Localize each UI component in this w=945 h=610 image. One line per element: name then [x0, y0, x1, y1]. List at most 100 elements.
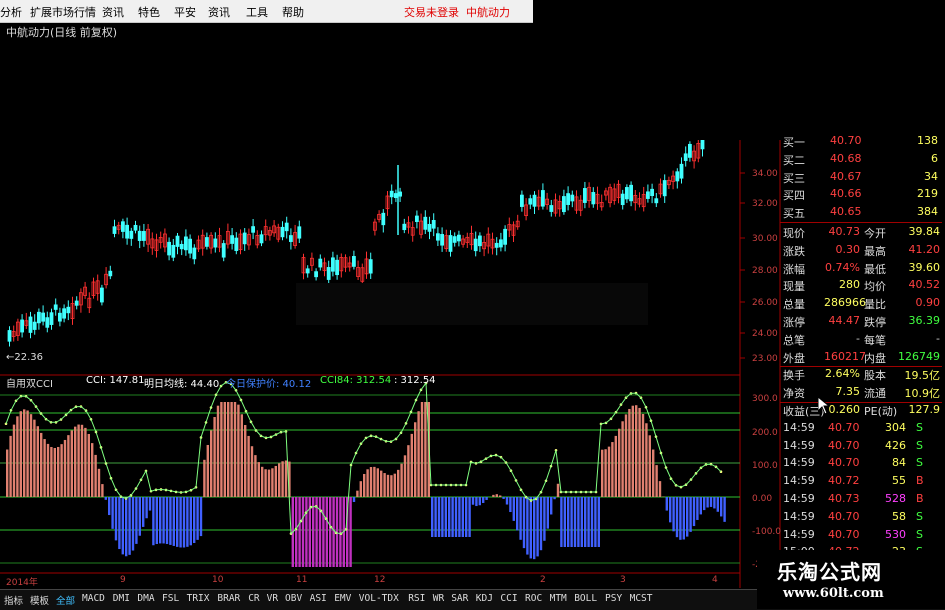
tab-fsl[interactable]: FSL — [162, 593, 179, 604]
bid-row[interactable]: 买五40.65384 — [780, 204, 942, 221]
cci-bar-positive — [94, 455, 96, 497]
cci-bar-positive — [247, 436, 249, 497]
cci-bar-negative — [717, 497, 719, 512]
tab-rsi[interactable]: RSI — [408, 593, 425, 604]
tab-obv[interactable]: OBV — [285, 593, 302, 604]
date-label: 4 — [712, 575, 718, 585]
cci-bar-negative — [591, 497, 593, 547]
tick-price: 40.70 — [828, 456, 860, 469]
cci-bar-negative — [156, 497, 158, 544]
candle-body — [168, 242, 171, 255]
cci-bar-negative — [312, 497, 314, 567]
stat-row: 涨停44.47跌停36.39 — [780, 313, 942, 330]
candle-body — [63, 309, 66, 318]
candle-body — [205, 238, 208, 247]
stat-label: 换手 — [783, 367, 805, 383]
tab-全部[interactable]: 全部 — [56, 593, 75, 607]
candle-body — [121, 222, 124, 232]
bid-row[interactable]: 买二40.686 — [780, 151, 942, 168]
cci-bar-positive — [632, 406, 634, 497]
cci-bar-positive — [655, 465, 657, 497]
candle-body — [319, 259, 322, 267]
cci-bar-positive — [6, 450, 8, 497]
cci-bar-positive — [77, 425, 79, 497]
cci-bar-negative — [115, 497, 117, 540]
tab-vr[interactable]: VR — [267, 593, 278, 604]
tab-sar[interactable]: SAR — [451, 593, 468, 604]
tab-kdj[interactable]: KDJ — [476, 593, 493, 604]
tab-roc[interactable]: ROC — [525, 593, 542, 604]
stat-row: 总笔-每笔- — [780, 331, 942, 348]
cci-bar-negative — [332, 497, 334, 567]
date-label: 3 — [620, 575, 626, 585]
tab-asi[interactable]: ASI — [310, 593, 327, 604]
candle-body — [315, 272, 318, 277]
bid-price: 40.65 — [830, 205, 862, 218]
cci-bar-negative — [135, 497, 137, 544]
tab-dmi[interactable]: DMI — [113, 593, 130, 604]
cci-bar-positive — [54, 448, 56, 497]
tab-wr[interactable]: WR — [433, 593, 444, 604]
cci-bar-positive — [91, 443, 93, 497]
tab-mcst[interactable]: MCST — [630, 593, 653, 604]
cci-bar-negative — [193, 497, 195, 543]
candle-body — [676, 172, 679, 181]
cci-bar-positive — [37, 426, 39, 497]
cci-bar-negative — [455, 497, 457, 537]
cci-bar-negative — [530, 497, 532, 558]
cci-bar-positive — [499, 495, 501, 497]
bid-row[interactable]: 买三40.6734 — [780, 169, 942, 186]
cci-bar-positive — [50, 447, 52, 497]
candle-body — [567, 194, 570, 205]
indicator-tick-label: 300.0 — [752, 394, 778, 404]
stat-label: 涨幅 — [783, 261, 805, 277]
tab-cr[interactable]: CR — [248, 593, 259, 604]
stat-value: 36.39 — [909, 314, 941, 327]
tab-dma[interactable]: DMA — [137, 593, 154, 604]
tab-emv[interactable]: EMV — [334, 593, 351, 604]
cci-bar-negative — [509, 497, 511, 512]
tab-mtm[interactable]: MTM — [550, 593, 567, 604]
candle-body — [100, 288, 103, 302]
tab-brar[interactable]: BRAR — [217, 593, 240, 604]
tab-trix[interactable]: TRIX — [187, 593, 210, 604]
price-axis-ticks: 34.0032.0030.0028.0026.0024.0023.00 — [740, 169, 778, 364]
cci-bar-positive — [411, 434, 413, 497]
tick-row: 14:5940.70426S — [780, 438, 942, 455]
cci-bar-negative — [553, 497, 555, 499]
stat-label: 均价 — [864, 278, 886, 294]
candle-body — [520, 195, 523, 206]
candle-body — [688, 144, 691, 157]
tick-side: S — [916, 528, 923, 541]
candle-body — [243, 233, 246, 244]
cci-bar-negative — [540, 497, 542, 550]
cci-bar-positive — [370, 467, 372, 497]
cci-bar-negative — [326, 497, 328, 567]
bid-row[interactable]: 买四40.66219 — [780, 186, 942, 203]
stat-label: 最高 — [864, 243, 886, 259]
tab-vol-tdx[interactable]: VOL-TDX — [359, 593, 399, 604]
cci-bar-negative — [502, 497, 504, 499]
candle-body — [37, 312, 40, 323]
tab-boll[interactable]: BOLL — [574, 593, 597, 604]
bid-price: 40.66 — [830, 187, 862, 200]
tab-psy[interactable]: PSY — [605, 593, 622, 604]
tab-指标[interactable]: 指标 — [4, 593, 23, 607]
tick-row: 14:5940.70304S — [780, 420, 942, 437]
candle-body — [289, 236, 292, 242]
tick-time: 14:59 — [783, 439, 815, 452]
cci-bar-negative — [574, 497, 576, 547]
bid-row[interactable]: 买一40.70138 — [780, 133, 942, 150]
tab-模板[interactable]: 模板 — [30, 593, 49, 607]
tick-side: S — [916, 510, 923, 523]
tab-cci[interactable]: CCI — [500, 593, 517, 604]
tab-macd[interactable]: MACD — [82, 593, 105, 604]
cci-bar-positive — [281, 461, 283, 497]
candle-body — [214, 239, 217, 247]
cci-bar-negative — [594, 497, 596, 547]
candle-body — [680, 164, 683, 178]
cci-bar-positive — [40, 433, 42, 497]
cci-bar-positive — [268, 470, 270, 497]
tick-side: S — [916, 421, 923, 434]
indicator-name[interactable]: 自用双CCI — [6, 375, 53, 390]
